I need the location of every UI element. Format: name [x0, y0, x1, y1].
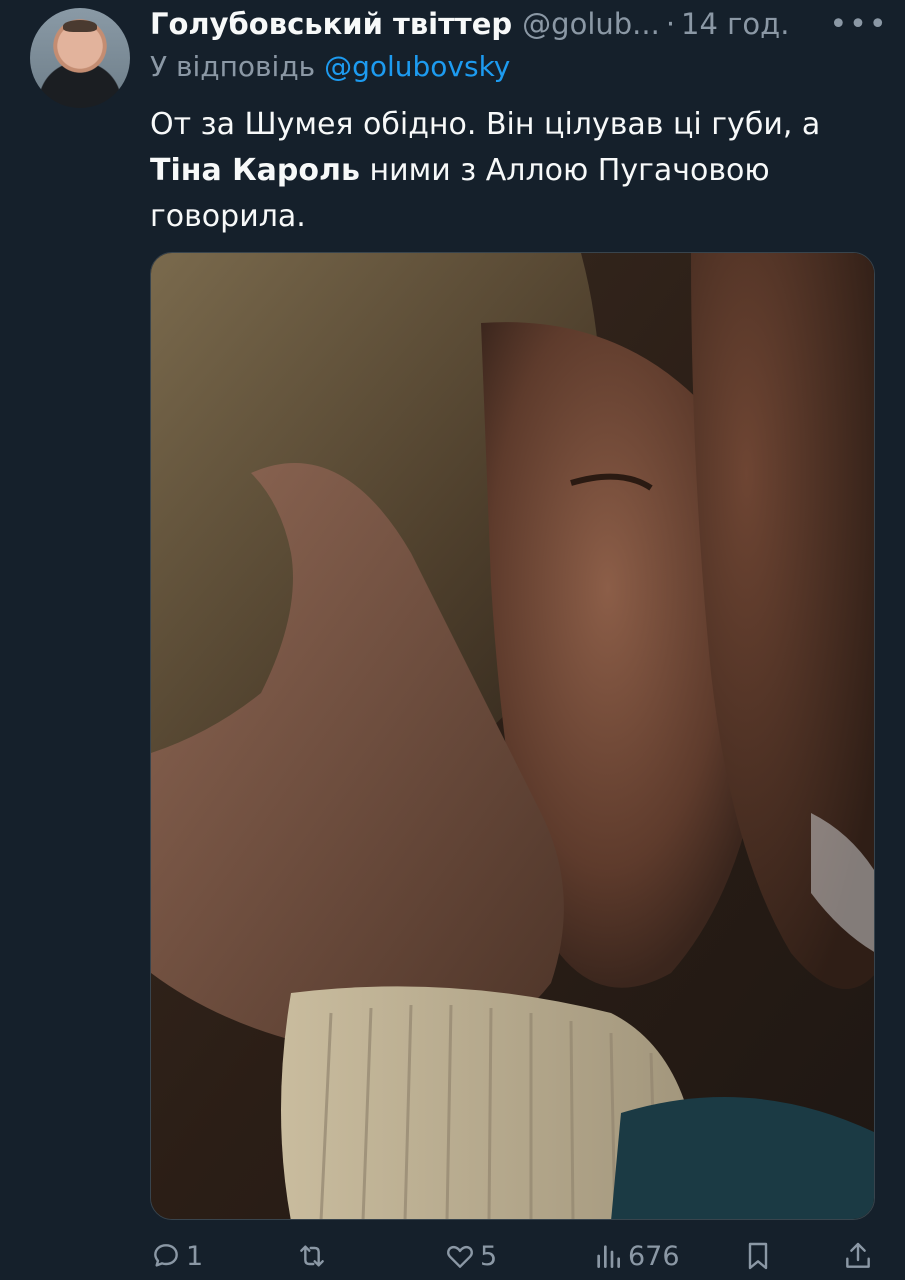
tweet-header: Голубовський твіттер @golub... · 14 год.	[150, 2, 890, 46]
bookmark-icon	[748, 1242, 768, 1270]
comment-icon	[154, 1244, 178, 1267]
reply-context: У відповідь @golubovsky	[150, 50, 510, 83]
bookmark-button[interactable]	[742, 1232, 774, 1280]
tweet-text-bold[interactable]: Тіна Кароль	[150, 153, 360, 188]
avatar[interactable]	[30, 8, 130, 108]
reply-button[interactable]: 1	[150, 1232, 203, 1280]
views-chart-icon	[597, 1245, 620, 1268]
more-options-icon[interactable]: •••	[829, 2, 886, 46]
views-button[interactable]: 676	[592, 1232, 680, 1280]
heart-icon	[447, 1245, 473, 1268]
retweet-icon	[300, 1245, 324, 1267]
reply-mention-link[interactable]: @golubovsky	[324, 50, 510, 83]
separator: ·	[665, 7, 676, 41]
like-button[interactable]: 5	[444, 1232, 497, 1280]
share-icon	[846, 1242, 870, 1268]
author-name[interactable]: Голубовський твіттер	[150, 7, 512, 41]
photo-illustration	[151, 253, 874, 1219]
like-count: 5	[480, 1240, 498, 1272]
tweet[interactable]: Голубовський твіттер @golub... · 14 год.…	[0, 0, 905, 1280]
retweet-button[interactable]	[296, 1232, 332, 1280]
tweet-actions: 1 5 676	[150, 1232, 880, 1280]
tweet-text-part1: От за Шумея обідно. Він цілував ці губи,…	[150, 107, 821, 142]
timestamp[interactable]: 14 год.	[681, 7, 789, 41]
views-count: 676	[628, 1240, 680, 1272]
reply-count: 1	[186, 1240, 204, 1272]
author-handle[interactable]: @golub...	[522, 7, 660, 41]
tweet-text: От за Шумея обідно. Він цілував ці губи,…	[150, 102, 880, 240]
tweet-image[interactable]	[150, 252, 875, 1220]
reply-prefix: У відповідь	[150, 50, 316, 83]
share-button[interactable]	[842, 1232, 874, 1280]
